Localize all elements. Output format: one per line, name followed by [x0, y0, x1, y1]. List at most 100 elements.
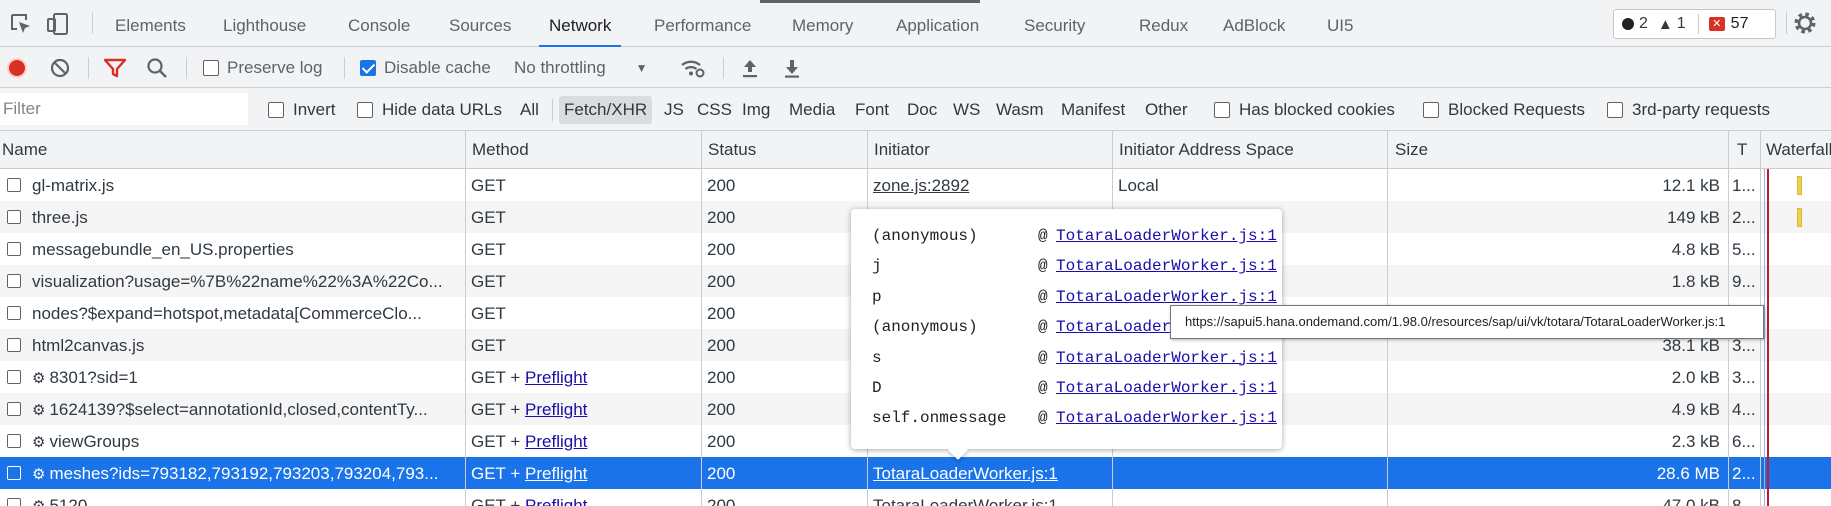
- clear-button[interactable]: [49, 47, 71, 88]
- type-filter-media[interactable]: Media: [784, 96, 840, 124]
- checkbox-icon: [357, 101, 373, 118]
- initiator-link[interactable]: TotaraLoaderWorker.js:1: [873, 457, 1109, 489]
- column-header-time[interactable]: T: [1735, 131, 1747, 169]
- blocked-requests-checkbox[interactable]: Blocked Requests: [1423, 88, 1585, 131]
- tab-elements[interactable]: Elements: [115, 0, 186, 47]
- record-button[interactable]: [7, 47, 27, 88]
- type-filter-wasm[interactable]: Wasm: [991, 96, 1049, 124]
- row-checkbox-icon[interactable]: [7, 434, 21, 448]
- request-size: 12.1 kB: [1662, 176, 1720, 195]
- row-checkbox-icon[interactable]: [7, 402, 21, 416]
- row-checkbox-icon[interactable]: [7, 210, 21, 224]
- stack-frame-source-link[interactable]: TotaraLoaderWorker.js:1: [1056, 221, 1277, 251]
- stack-frame-source-link[interactable]: TotaraLoaderWorker.js:1: [1056, 251, 1277, 281]
- type-filter-doc[interactable]: Doc: [902, 96, 942, 124]
- inspect-element-icon[interactable]: [8, 11, 34, 37]
- table-row[interactable]: ⚙ 5120 GET + Preflight 200 TotaraLoaderWorke…: [0, 489, 1831, 506]
- type-filter-other[interactable]: Other: [1140, 96, 1193, 124]
- request-name[interactable]: html2canvas.js: [32, 329, 462, 361]
- device-toolbar-icon[interactable]: [45, 11, 71, 37]
- request-name-text: visualization?usage=%7B%22name%22%3A%22C…: [32, 272, 443, 291]
- stack-frame-source-link[interactable]: TotaraLoaderWorker.js:1: [1056, 343, 1277, 373]
- stack-frame-at: @: [1038, 227, 1048, 245]
- request-name[interactable]: ⚙ meshes?ids=793182,793192,793203,793204,…: [32, 457, 462, 489]
- type-filter-all[interactable]: All: [515, 96, 544, 124]
- initiator-link[interactable]: TotaraLoaderWorker.js:1: [873, 489, 1109, 506]
- column-header-initiator-address-space[interactable]: Initiator Address Space: [1117, 131, 1294, 169]
- request-name[interactable]: ⚙ 5120: [32, 489, 462, 506]
- row-checkbox-icon[interactable]: [7, 370, 21, 384]
- row-checkbox-icon[interactable]: [7, 274, 21, 288]
- column-header-waterfall[interactable]: Waterfall: [1764, 131, 1831, 169]
- search-button[interactable]: [146, 47, 168, 88]
- preflight-link[interactable]: Preflight: [525, 496, 587, 506]
- request-name[interactable]: messagebundle_en_US.properties: [32, 233, 462, 265]
- row-checkbox-icon[interactable]: [7, 466, 21, 480]
- request-name[interactable]: gl-matrix.js: [32, 169, 462, 201]
- type-filter-img[interactable]: Img: [737, 96, 775, 124]
- request-name-text: gl-matrix.js: [32, 176, 115, 195]
- type-filter-js[interactable]: JS: [659, 96, 689, 124]
- column-header-method[interactable]: Method: [470, 131, 529, 169]
- request-name[interactable]: three.js: [32, 201, 462, 233]
- type-filter-manifest[interactable]: Manifest: [1056, 96, 1130, 124]
- preserve-log-checkbox[interactable]: Preserve log: [203, 47, 322, 88]
- type-filter-font[interactable]: Font: [850, 96, 894, 124]
- table-row[interactable]: gl-matrix.js GET 200 zone.js:2892 Local 12.1 …: [0, 169, 1831, 201]
- tab-lighthouse[interactable]: Lighthouse: [223, 0, 306, 47]
- hide-data-urls-checkbox[interactable]: Hide data URLs: [357, 88, 502, 131]
- throttling-select[interactable]: No throttling ▼: [514, 47, 648, 88]
- request-status: 200: [707, 208, 736, 227]
- tab-memory[interactable]: Memory: [792, 0, 853, 47]
- request-name[interactable]: visualization?usage=%7B%22name%22%3A%22C…: [32, 265, 462, 297]
- request-size: 2.0 kB: [1671, 368, 1720, 387]
- request-name[interactable]: ⚙ 1624139?$select=annotationId,closed,con…: [32, 393, 462, 425]
- tab-ui5[interactable]: UI5: [1327, 0, 1353, 47]
- preflight-link[interactable]: Preflight: [525, 464, 587, 483]
- issue-counters[interactable]: 2 ▲ 1 ✕ 57: [1613, 9, 1776, 39]
- row-checkbox-icon[interactable]: [7, 498, 21, 506]
- stack-frame-source-link[interactable]: TotaraLoaderWorker.js:1: [1056, 403, 1277, 433]
- table-row[interactable]: ⚙ meshes?ids=793182,793192,793203,793204,…: [0, 457, 1831, 489]
- has-blocked-cookies-checkbox[interactable]: Has blocked cookies: [1214, 88, 1395, 131]
- disable-cache-checkbox[interactable]: Disable cache: [360, 47, 491, 88]
- network-conditions-button[interactable]: [680, 47, 706, 88]
- settings-gear-icon[interactable]: [1792, 10, 1818, 36]
- tab-application[interactable]: Application: [896, 0, 979, 47]
- tab-sources[interactable]: Sources: [449, 0, 511, 47]
- filter-toggle-button[interactable]: [103, 47, 127, 88]
- column-header-size[interactable]: Size: [1393, 131, 1428, 169]
- tab-security[interactable]: Security: [1024, 0, 1085, 47]
- tab-performance[interactable]: Performance: [654, 0, 751, 47]
- invert-checkbox[interactable]: Invert: [268, 88, 336, 131]
- export-har-button[interactable]: [782, 47, 802, 88]
- request-method: GET + Preflight: [471, 361, 699, 393]
- tab-console[interactable]: Console: [348, 0, 410, 47]
- row-checkbox-icon[interactable]: [7, 306, 21, 320]
- preflight-link[interactable]: Preflight: [525, 400, 587, 419]
- tab-adblock[interactable]: AdBlock: [1223, 0, 1285, 47]
- column-header-initiator[interactable]: Initiator: [872, 131, 930, 169]
- type-filter-css[interactable]: CSS: [692, 96, 737, 124]
- tab-redux[interactable]: Redux: [1139, 0, 1188, 47]
- initiator-link[interactable]: zone.js:2892: [873, 169, 1109, 201]
- row-checkbox-icon[interactable]: [7, 178, 21, 192]
- type-filter-ws[interactable]: WS: [948, 96, 985, 124]
- preflight-link[interactable]: Preflight: [525, 368, 587, 387]
- row-checkbox-icon[interactable]: [7, 242, 21, 256]
- preflight-gear-icon: ⚙: [32, 434, 46, 451]
- request-name[interactable]: ⚙ viewGroups: [32, 425, 462, 457]
- third-party-requests-checkbox[interactable]: 3rd-party requests: [1607, 88, 1770, 131]
- column-header-name[interactable]: Name: [0, 131, 47, 169]
- preflight-link[interactable]: Preflight: [525, 432, 587, 451]
- tab-network[interactable]: Network: [538, 0, 622, 47]
- request-name[interactable]: ⚙ 8301?sid=1: [32, 361, 462, 393]
- type-filter-fetch-xhr[interactable]: Fetch/XHR: [559, 96, 653, 124]
- filter-input[interactable]: [0, 93, 248, 125]
- stack-frame-source-link[interactable]: TotaraLoaderWorker.js:1: [1056, 373, 1277, 403]
- row-checkbox-icon[interactable]: [7, 338, 21, 352]
- request-name-text: messagebundle_en_US.properties: [32, 240, 294, 259]
- import-har-button[interactable]: [740, 47, 760, 88]
- request-name[interactable]: nodes?$expand=hotspot,metadata[CommerceC…: [32, 297, 462, 329]
- column-header-status[interactable]: Status: [706, 131, 756, 169]
